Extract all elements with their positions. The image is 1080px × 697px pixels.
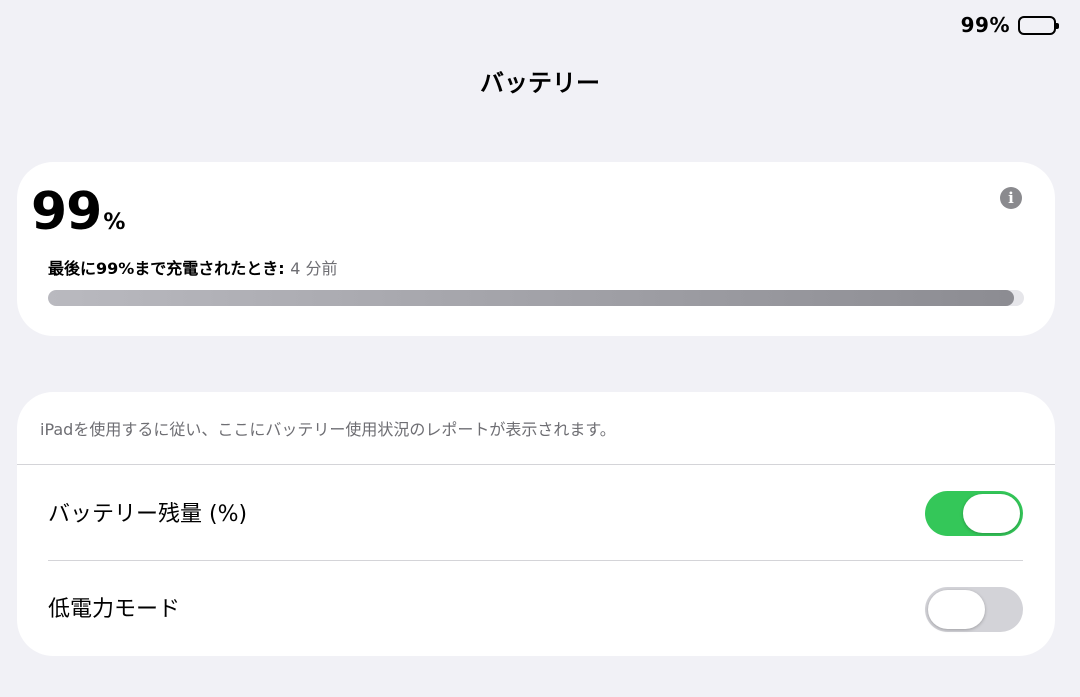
status-bar: 99% bbox=[960, 12, 1059, 38]
page-title: バッテリー bbox=[480, 69, 600, 97]
battery-percentage-toggle[interactable] bbox=[925, 491, 1023, 536]
toggle-knob bbox=[963, 494, 1020, 533]
battery-icon-cap bbox=[1056, 22, 1059, 29]
battery-level-value: 99 % bbox=[31, 186, 125, 238]
last-charged-ago: 4 分前 bbox=[290, 259, 338, 278]
usage-note: iPadを使用するに従い、ここにバッテリー使用状況のレポートが表示されます。 bbox=[40, 420, 616, 439]
status-battery-percent: 99% bbox=[960, 13, 1010, 37]
battery-level-number: 99 bbox=[31, 182, 102, 242]
low-power-mode-toggle[interactable] bbox=[925, 587, 1023, 632]
battery-level-bar-fill bbox=[48, 290, 1015, 306]
last-charged-text: 最後に99%まで充電されたとき: 4 分前 bbox=[48, 258, 338, 280]
battery-icon bbox=[1018, 15, 1059, 35]
last-charged-label: 最後に99%まで充電されたとき: bbox=[48, 259, 285, 278]
toggle-knob bbox=[928, 590, 985, 629]
info-icon[interactable]: i bbox=[1000, 187, 1022, 209]
low-power-mode-label: 低電力モード bbox=[48, 597, 181, 622]
card-divider bbox=[17, 464, 1055, 465]
battery-level-unit: % bbox=[103, 210, 126, 235]
battery-level-card bbox=[17, 162, 1055, 336]
row-divider bbox=[48, 560, 1023, 561]
battery-level-bar bbox=[48, 290, 1024, 306]
battery-percentage-label: バッテリー残量 (%) bbox=[48, 502, 248, 527]
